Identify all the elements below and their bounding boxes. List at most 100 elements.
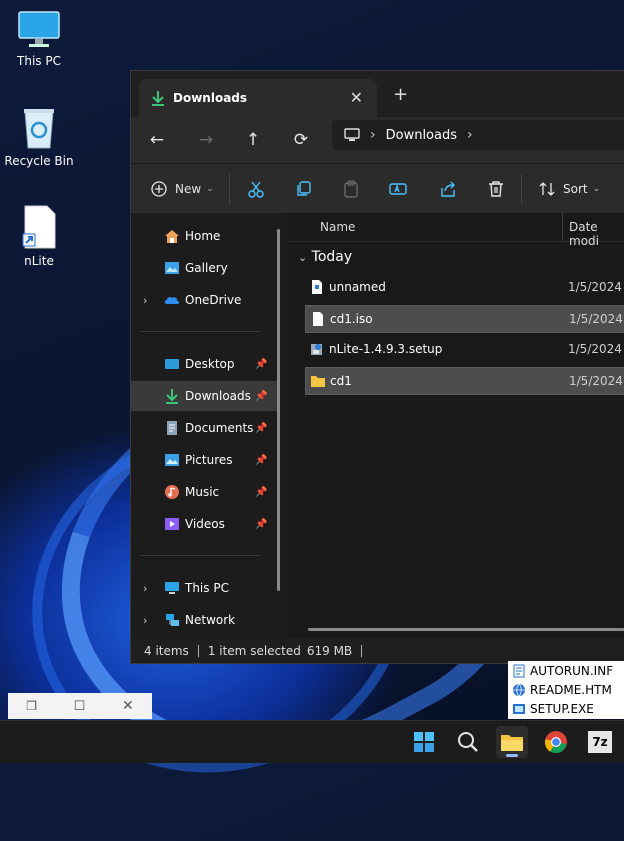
add-circle-icon [151,181,167,197]
pin-icon[interactable]: 📌 [255,487,267,498]
maximize-icon[interactable]: ☐ [74,699,86,714]
column-divider[interactable] [562,213,563,241]
list-item[interactable]: SETUP.EXE [512,699,594,718]
file-row-cd1-folder[interactable]: cd1 1/5/2024 9 [305,367,624,395]
pin-icon[interactable]: 📌 [255,519,267,530]
close-icon[interactable]: ✕ [122,698,134,714]
column-header-date[interactable]: Date modi [569,220,624,248]
tab-close-button[interactable]: ✕ [350,88,363,107]
address-field[interactable]: › Downloads › [332,120,624,150]
file-name: README.HTM [530,682,612,697]
file-date: 1/5/2024 9 [568,280,624,294]
item-count: 4 items [144,644,189,658]
sidebar-item-label: Downloads [185,389,251,403]
pin-icon[interactable]: 📌 [255,455,267,466]
sidebar-item-label: Network [185,613,236,627]
list-item[interactable]: AUTORUN.INF [512,661,613,680]
file-name: SETUP.EXE [530,701,594,716]
delete-button[interactable] [487,178,505,200]
toolbar-divider [521,174,522,204]
status-divider [361,645,363,657]
sidebar-divider [141,331,261,332]
taskbar-chrome[interactable] [540,726,572,758]
pin-icon[interactable]: 📌 [255,359,267,370]
desktop-icon-label: Recycle Bin [4,154,74,168]
back-button[interactable]: ← [147,130,167,150]
sidebar-item-label: Gallery [185,261,228,275]
installer-icon [311,344,322,355]
chevron-right-icon[interactable]: › [143,294,147,307]
desktop-icon-recycle-bin[interactable]: Recycle Bin [0,106,78,168]
downloads-icon [166,389,178,404]
sidebar-item-label: Pictures [185,453,233,467]
selection-count: 1 item selected [207,644,301,658]
sidebar-item-home[interactable]: Home [131,221,277,251]
sidebar-item-videos[interactable]: Videos 📌 [131,509,277,539]
file-row-cd1-iso[interactable]: cd1.iso 1/5/2024 9 [305,305,624,333]
file-name: AUTORUN.INF [530,663,614,678]
search-icon [458,732,478,752]
chevron-right-icon[interactable]: › [143,614,147,627]
sidebar-item-music[interactable]: Music 📌 [131,477,277,507]
start-button[interactable] [408,726,440,758]
onedrive-icon [164,296,180,304]
file-row-nlite-setup[interactable]: nLite-1.4.9.3.setup 1/5/2024 8 [305,336,624,362]
sidebar-item-documents[interactable]: Documents 📌 [131,413,277,443]
file-date: 1/5/2024 9 [569,374,624,388]
window-controls-strip: ❐ ☐ ✕ [8,693,152,719]
sidebar-item-gallery[interactable]: Gallery [131,253,277,283]
file-name: nLite-1.4.9.3.setup [329,342,443,356]
desktop-icon-this-pc[interactable]: This PC [0,10,78,68]
new-tab-button[interactable]: + [393,84,408,105]
sidebar-item-onedrive[interactable]: › OneDrive [131,285,277,315]
videos-icon [165,518,179,530]
music-icon [165,485,179,499]
forward-button[interactable]: → [196,130,216,150]
start-icon [414,732,434,752]
folder-icon [311,376,325,387]
taskbar: 7z [0,720,624,763]
up-button[interactable]: ↑ [243,130,263,150]
refresh-button[interactable]: ⟳ [291,130,311,150]
file-row-unnamed[interactable]: unnamed 1/5/2024 9 [305,274,624,300]
copy-button[interactable] [295,178,313,200]
share-button[interactable] [439,178,457,200]
documents-icon [167,421,177,435]
chevron-right-icon[interactable]: › [467,127,473,143]
list-item[interactable]: README.HTM [512,680,612,699]
tab-downloads[interactable]: Downloads ✕ [139,79,377,117]
status-bar: 4 items 1 item selected 619 MB [131,639,624,663]
chevron-right-icon[interactable]: › [143,582,147,595]
sidebar-item-this-pc[interactable]: › This PC [131,573,277,603]
file-date: 1/5/2024 9 [569,312,624,326]
setup-file-list: AUTORUN.INF README.HTM SETUP.EXE [508,661,624,719]
pin-icon[interactable]: 📌 [255,391,267,402]
new-button[interactable]: New ⌄ [151,178,214,200]
paste-button[interactable] [342,178,360,200]
sidebar-item-desktop[interactable]: Desktop 📌 [131,349,277,379]
address-bar-row: ← → ↑ ⟳ › Downloads › [131,117,624,163]
desktop-icon-nlite[interactable]: nLite [0,204,78,268]
shortcut-file-icon [22,205,56,249]
sidebar-item-pictures[interactable]: Pictures 📌 [131,445,277,475]
breadcrumb-downloads[interactable]: Downloads [386,128,457,143]
group-header-today[interactable]: ⌄ Today [298,249,352,265]
taskbar-file-explorer[interactable] [496,726,528,758]
sidebar-item-network[interactable]: › Network [131,605,277,635]
paste-icon [344,180,358,198]
sort-button[interactable]: Sort ⌄ [539,178,600,200]
column-header-name[interactable]: Name [320,220,355,234]
gallery-icon [165,262,179,274]
new-button-label: New [175,182,202,196]
sidebar-item-downloads[interactable]: Downloads 📌 [131,381,277,411]
taskbar-7zip[interactable]: 7z [584,726,616,758]
search-button[interactable] [452,726,484,758]
pin-icon[interactable]: 📌 [255,423,267,434]
copy-icon [297,181,311,196]
sidebar-scrollbar[interactable] [277,229,280,591]
cut-button[interactable] [247,178,265,200]
restore-icon[interactable]: ❐ [26,699,37,713]
rename-button[interactable] [389,178,407,200]
chevron-down-icon: ⌄ [298,251,308,264]
horizontal-scrollbar[interactable] [308,628,624,631]
